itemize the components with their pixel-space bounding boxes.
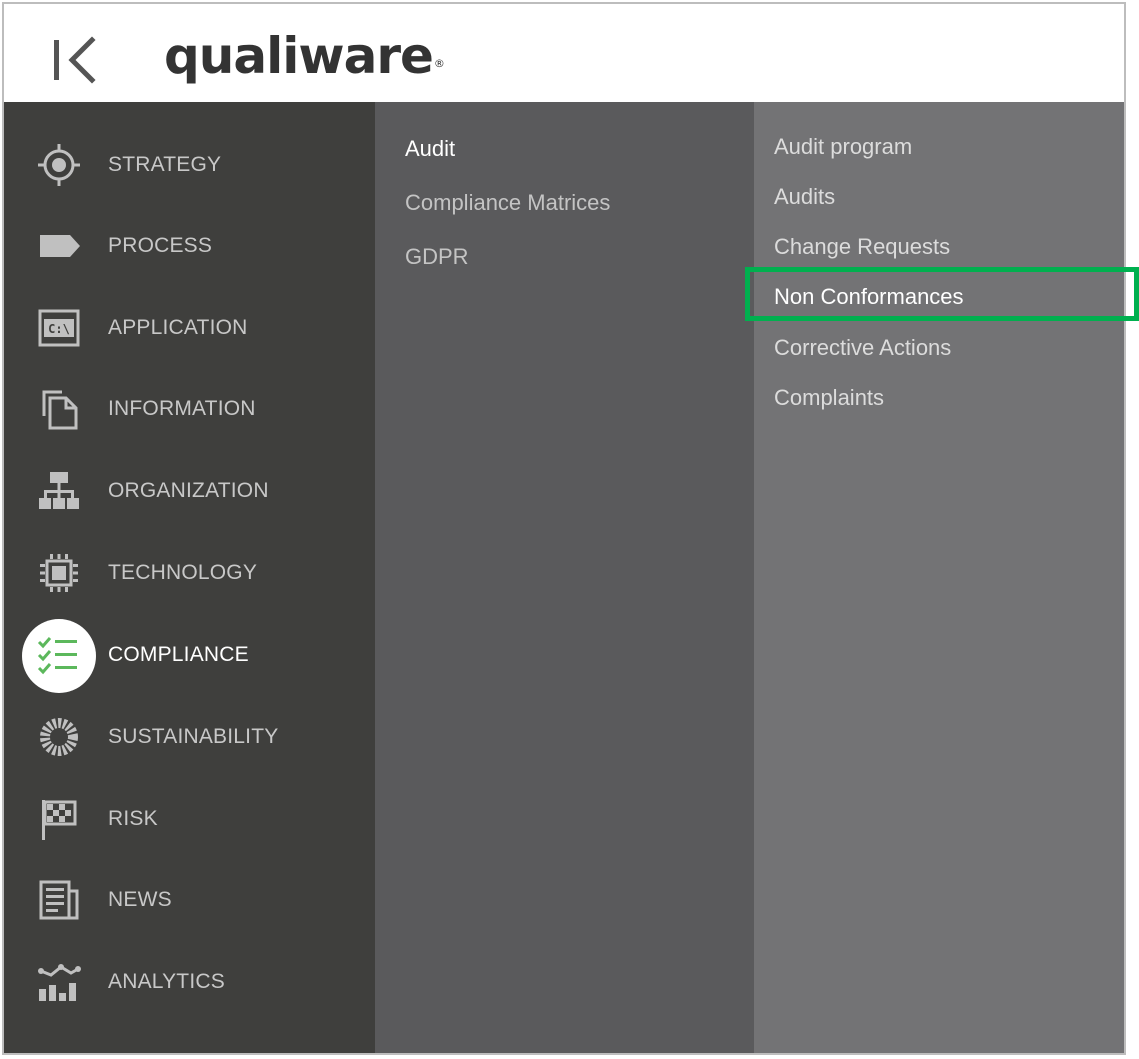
submenu2-item-corrective-actions[interactable]: Corrective Actions [774, 334, 951, 362]
analytics-icon [36, 959, 82, 1005]
chip-icon [36, 550, 82, 596]
sidebar-item-information[interactable]: INFORMATION [4, 368, 375, 448]
sidebar-item-label: ANALYTICS [108, 970, 225, 993]
sidebar-item-process[interactable]: PROCESS [4, 205, 375, 285]
submenu-item-audit[interactable]: Audit [405, 135, 455, 163]
sidebar-item-label: PROCESS [108, 234, 213, 257]
top-bar: qualiware® [4, 4, 1124, 102]
sidebar-item-organization[interactable]: ORGANIZATION [4, 450, 375, 530]
qualiware-logo: qualiware® [164, 24, 445, 88]
sidebar-item-analytics[interactable]: ANALYTICS [4, 941, 375, 1021]
org-chart-icon [36, 468, 82, 514]
collapse-left-icon[interactable] [48, 32, 104, 88]
submenu2-item-complaints[interactable]: Complaints [774, 384, 884, 412]
submenu2-item-audits[interactable]: Audits [774, 183, 835, 211]
sidebar-item-label: NEWS [108, 888, 172, 911]
sidebar-item-label: TECHNOLOGY [108, 561, 258, 584]
sidebar-item-label: COMPLIANCE [108, 643, 249, 666]
sidebar: STRATEGY PROCESS C:\ APPLICATION INFORMA… [4, 102, 375, 1053]
newspaper-icon [36, 877, 82, 923]
app-window: qualiware® STRATEGY PROCESS C:\ APPLICAT… [2, 2, 1126, 1055]
flag-icon [36, 796, 82, 842]
registered-mark: ® [433, 57, 445, 70]
sidebar-item-risk[interactable]: RISK [4, 778, 375, 858]
sidebar-item-application[interactable]: C:\ APPLICATION [4, 287, 375, 367]
submenu2-item-non-conformances[interactable]: Non Conformances [774, 283, 964, 311]
submenu-panel: Audit Compliance Matrices GDPR [375, 102, 754, 1053]
active-indicator [22, 619, 96, 693]
target-icon [36, 142, 82, 188]
svg-text:C:\: C:\ [48, 322, 70, 336]
sidebar-item-sustainability[interactable]: SUSTAINABILITY [4, 696, 375, 776]
sidebar-item-strategy[interactable]: STRATEGY [4, 124, 375, 204]
sidebar-item-compliance[interactable]: COMPLIANCE [4, 614, 375, 694]
submenu-item-compliance-matrices[interactable]: Compliance Matrices [405, 189, 610, 217]
sidebar-item-label: APPLICATION [108, 316, 248, 339]
sidebar-item-label: INFORMATION [108, 397, 256, 420]
checklist-icon [37, 637, 77, 675]
sidebar-item-label: ORGANIZATION [108, 479, 269, 502]
submenu2-item-audit-program[interactable]: Audit program [774, 133, 912, 161]
terminal-icon: C:\ [36, 305, 82, 351]
sidebar-item-label: RISK [108, 807, 158, 830]
logo-text: qualiware [164, 27, 434, 85]
ring-icon [36, 714, 82, 760]
tag-icon [36, 223, 82, 269]
submenu-item-gdpr[interactable]: GDPR [405, 243, 469, 271]
sidebar-item-news[interactable]: NEWS [4, 859, 375, 939]
sidebar-item-technology[interactable]: TECHNOLOGY [4, 532, 375, 612]
sidebar-item-label: SUSTAINABILITY [108, 725, 279, 748]
submenu2-panel: Audit program Audits Change Requests Non… [754, 102, 1124, 1053]
documents-icon [36, 386, 82, 432]
submenu2-item-change-requests[interactable]: Change Requests [774, 233, 950, 261]
sidebar-item-label: STRATEGY [108, 153, 222, 176]
